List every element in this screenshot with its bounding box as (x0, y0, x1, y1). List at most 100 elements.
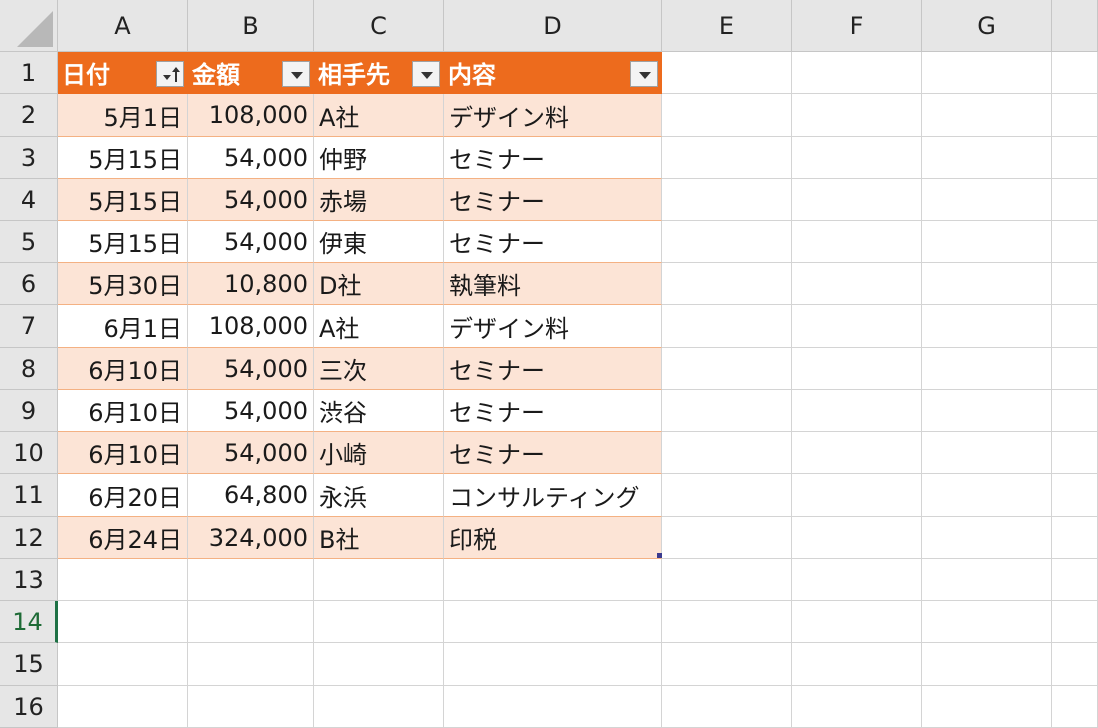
empty-cell[interactable] (662, 686, 792, 728)
empty-cell[interactable] (792, 643, 922, 686)
empty-cell[interactable] (662, 474, 792, 517)
empty-cell[interactable] (1052, 643, 1098, 686)
empty-cell[interactable] (662, 390, 792, 432)
counterparty-cell[interactable]: 小崎 (314, 432, 444, 474)
description-cell[interactable]: デザイン料 (444, 94, 662, 137)
description-cell[interactable]: セミナー (444, 137, 662, 179)
empty-cell[interactable] (662, 263, 792, 305)
empty-cell[interactable] (1052, 137, 1098, 179)
empty-cell[interactable] (1052, 686, 1098, 728)
date-cell[interactable]: 6月10日 (58, 432, 188, 474)
row-header[interactable]: 14 (0, 601, 58, 643)
empty-cell[interactable] (662, 137, 792, 179)
row-header[interactable]: 4 (0, 179, 58, 221)
amount-cell[interactable]: 108,000 (188, 305, 314, 348)
description-cell[interactable]: セミナー (444, 348, 662, 390)
empty-cell[interactable] (662, 94, 792, 137)
empty-cell[interactable] (444, 559, 662, 601)
description-cell[interactable]: セミナー (444, 432, 662, 474)
empty-cell[interactable] (1052, 559, 1098, 601)
description-cell[interactable]: セミナー (444, 221, 662, 263)
empty-cell[interactable] (1052, 474, 1098, 517)
amount-cell[interactable]: 54,000 (188, 221, 314, 263)
empty-cell[interactable] (1052, 221, 1098, 263)
empty-cell[interactable] (1052, 601, 1098, 643)
amount-cell[interactable]: 10,800 (188, 263, 314, 305)
counterparty-cell[interactable]: 仲野 (314, 137, 444, 179)
row-header[interactable]: 6 (0, 263, 58, 305)
empty-cell[interactable] (58, 686, 188, 728)
empty-cell[interactable] (1052, 305, 1098, 348)
empty-cell[interactable] (188, 686, 314, 728)
empty-cell[interactable] (58, 643, 188, 686)
empty-cell[interactable] (922, 390, 1052, 432)
empty-cell[interactable] (662, 601, 792, 643)
row-header[interactable]: 12 (0, 517, 58, 559)
description-cell[interactable]: 執筆料 (444, 263, 662, 305)
empty-cell[interactable] (922, 686, 1052, 728)
empty-cell[interactable] (922, 432, 1052, 474)
empty-cell[interactable] (792, 137, 922, 179)
empty-cell[interactable] (1052, 179, 1098, 221)
spreadsheet-grid[interactable]: A B C D E F G 1 2 3 4 5 6 7 8 9 10 11 12 13 14 15 16 日付 金額 相手先 内容 5… (0, 0, 1098, 728)
filter-sort-ascending-icon[interactable] (156, 61, 184, 87)
amount-cell[interactable]: 54,000 (188, 432, 314, 474)
empty-cell[interactable] (662, 348, 792, 390)
table-header-cell[interactable]: 金額 (188, 52, 314, 94)
date-cell[interactable]: 5月15日 (58, 221, 188, 263)
date-cell[interactable]: 5月30日 (58, 263, 188, 305)
amount-cell[interactable]: 64,800 (188, 474, 314, 517)
empty-cell[interactable] (314, 559, 444, 601)
description-cell[interactable]: セミナー (444, 179, 662, 221)
column-header[interactable]: E (662, 0, 792, 52)
counterparty-cell[interactable]: D社 (314, 263, 444, 305)
empty-cell[interactable] (188, 643, 314, 686)
date-cell[interactable]: 5月15日 (58, 179, 188, 221)
column-header[interactable]: B (188, 0, 314, 52)
empty-cell[interactable] (922, 348, 1052, 390)
empty-cell[interactable] (314, 643, 444, 686)
row-header[interactable]: 9 (0, 390, 58, 432)
date-cell[interactable]: 6月24日 (58, 517, 188, 559)
description-cell[interactable]: コンサルティング (444, 474, 662, 517)
empty-cell[interactable] (792, 305, 922, 348)
amount-cell[interactable]: 54,000 (188, 390, 314, 432)
filter-dropdown-icon[interactable] (630, 61, 658, 87)
row-header[interactable]: 1 (0, 52, 58, 94)
empty-cell[interactable] (444, 686, 662, 728)
date-cell[interactable]: 5月1日 (58, 94, 188, 137)
empty-cell[interactable] (1052, 348, 1098, 390)
empty-cell[interactable] (922, 263, 1052, 305)
date-cell[interactable]: 6月1日 (58, 305, 188, 348)
empty-cell[interactable] (922, 643, 1052, 686)
counterparty-cell[interactable]: B社 (314, 517, 444, 559)
row-header[interactable]: 11 (0, 474, 58, 517)
empty-cell[interactable] (922, 559, 1052, 601)
empty-cell[interactable] (792, 390, 922, 432)
empty-cell[interactable] (922, 305, 1052, 348)
empty-cell[interactable] (1052, 94, 1098, 137)
filter-dropdown-icon[interactable] (282, 61, 310, 87)
empty-cell[interactable] (662, 517, 792, 559)
empty-cell[interactable] (662, 52, 792, 94)
row-header[interactable]: 3 (0, 137, 58, 179)
empty-cell[interactable] (1052, 517, 1098, 559)
counterparty-cell[interactable]: A社 (314, 305, 444, 348)
empty-cell[interactable] (792, 517, 922, 559)
empty-cell[interactable] (922, 137, 1052, 179)
empty-cell[interactable] (922, 517, 1052, 559)
empty-cell[interactable] (58, 601, 188, 643)
empty-cell[interactable] (792, 686, 922, 728)
row-header[interactable]: 7 (0, 305, 58, 348)
date-cell[interactable]: 5月15日 (58, 137, 188, 179)
row-header[interactable]: 8 (0, 348, 58, 390)
empty-cell[interactable] (792, 221, 922, 263)
empty-cell[interactable] (792, 559, 922, 601)
row-header[interactable]: 16 (0, 686, 58, 728)
description-cell[interactable]: 印税 (444, 517, 662, 559)
empty-cell[interactable] (922, 601, 1052, 643)
empty-cell[interactable] (188, 559, 314, 601)
amount-cell[interactable]: 324,000 (188, 517, 314, 559)
empty-cell[interactable] (188, 601, 314, 643)
row-header[interactable]: 5 (0, 221, 58, 263)
